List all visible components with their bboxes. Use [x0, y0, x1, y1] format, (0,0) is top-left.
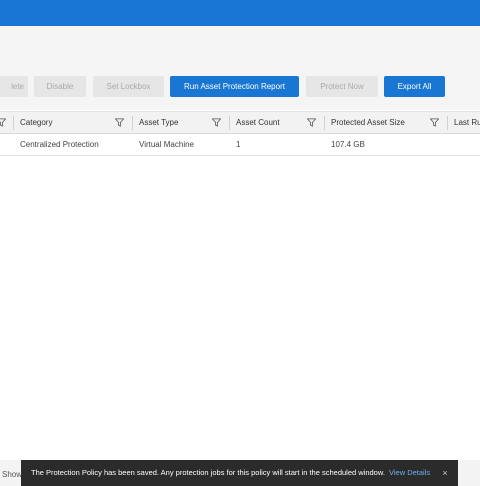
column-separator[interactable] — [229, 116, 230, 130]
column-separator[interactable] — [13, 116, 14, 130]
export-all-button[interactable]: Export All — [384, 76, 445, 97]
toolbar-area — [0, 26, 480, 110]
column-header-asset-count[interactable]: Asset Count — [236, 112, 280, 134]
table-header: Category Asset Type Asset Count Protecte… — [0, 111, 480, 134]
filter-icon[interactable] — [430, 118, 439, 127]
cell-asset-type: Virtual Machine — [139, 140, 194, 149]
column-separator[interactable] — [447, 116, 448, 130]
page-size-label: Show — [2, 470, 23, 479]
run-asset-protection-report-button[interactable]: Run Asset Protection Report — [170, 76, 299, 97]
set-lockbox-button[interactable]: Set Lockbox — [93, 76, 164, 97]
cell-category: Centralized Protection — [20, 140, 99, 149]
top-header-bar — [0, 0, 480, 26]
filter-icon[interactable] — [115, 118, 124, 127]
column-header-asset-type[interactable]: Asset Type — [139, 112, 178, 134]
column-separator[interactable] — [132, 116, 133, 130]
column-header-last-run[interactable]: Last Ru — [454, 112, 480, 134]
table-row[interactable]: Centralized Protection Virtual Machine 1… — [0, 134, 480, 156]
filter-icon[interactable] — [307, 118, 316, 127]
protect-now-button[interactable]: Protect Now — [306, 76, 378, 97]
cell-asset-count: 1 — [236, 140, 241, 149]
view-details-link[interactable]: View Details — [389, 460, 430, 486]
column-separator[interactable] — [324, 116, 325, 130]
close-icon[interactable]: × — [439, 460, 451, 486]
toast-notification: The Protection Policy has been saved. An… — [21, 460, 458, 486]
disable-button[interactable]: Disable — [34, 76, 86, 97]
filter-icon[interactable] — [212, 118, 221, 127]
column-header-category[interactable]: Category — [20, 112, 52, 134]
delete-button[interactable]: lete — [0, 76, 28, 97]
filter-icon[interactable] — [0, 118, 6, 127]
toast-message: The Protection Policy has been saved. An… — [31, 468, 385, 477]
column-header-protected-asset-size[interactable]: Protected Asset Size — [331, 112, 405, 134]
cell-protected-asset-size: 107.4 GB — [331, 140, 365, 149]
